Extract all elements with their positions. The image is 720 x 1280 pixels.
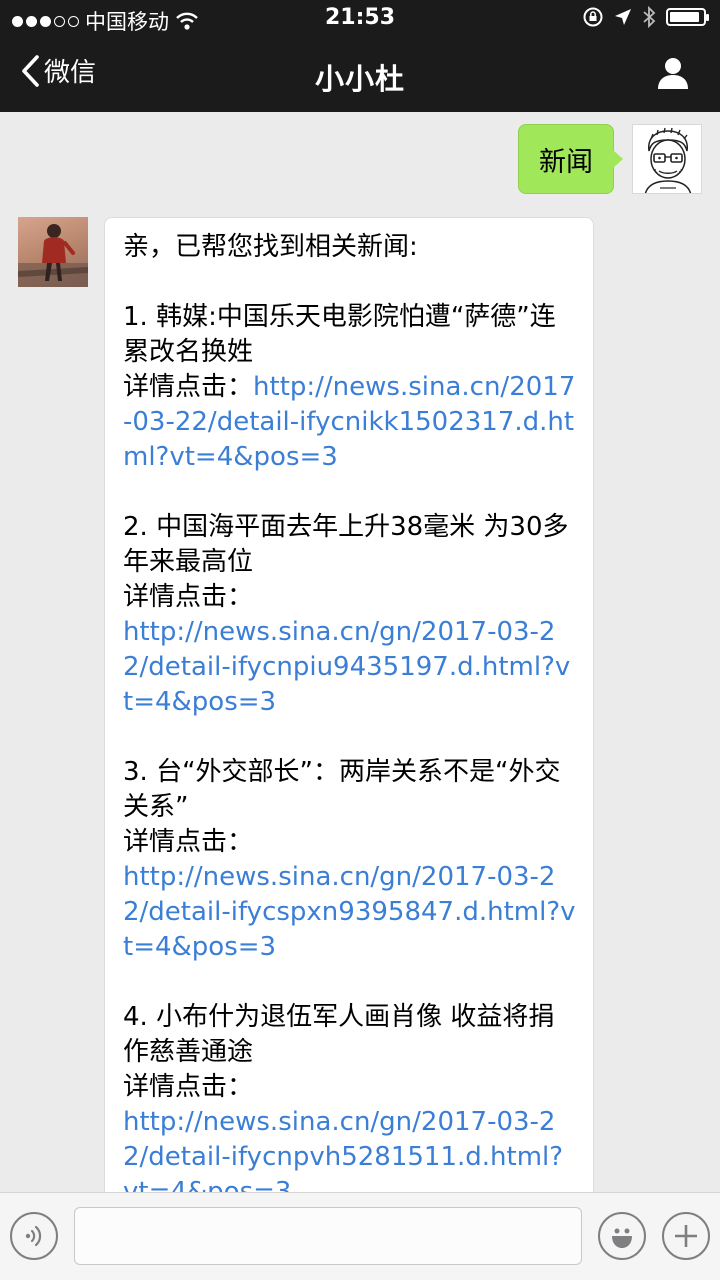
news-item: 2. 中国海平面去年上升38毫米 为30多年来最高位 详情点击： http://… (123, 510, 577, 720)
detail-label: 详情点击： (123, 827, 254, 857)
sent-message-bubble[interactable]: 新闻 (518, 124, 623, 194)
person-icon (658, 58, 688, 89)
cartoon-face-avatar-icon (644, 127, 692, 193)
message-input[interactable] (74, 1207, 582, 1265)
contact-avatar[interactable] (18, 217, 88, 287)
my-avatar[interactable] (632, 124, 702, 194)
more-button[interactable] (662, 1212, 710, 1260)
news-title: 3. 台“外交部长”：两岸关系不是“外交关系” (123, 757, 561, 822)
battery-icon (666, 8, 709, 26)
nav-bar: 微信 小小杜 (0, 38, 720, 112)
detail-label: 详情点击： (123, 1072, 254, 1102)
voice-button[interactable] (10, 1212, 58, 1260)
sent-message-text: 新闻 (539, 146, 593, 178)
profile-button[interactable] (656, 56, 690, 94)
person-photo-avatar-icon (18, 224, 88, 287)
emoji-button[interactable] (598, 1212, 646, 1260)
bluetooth-icon (643, 6, 656, 28)
voice-icon (25, 1225, 42, 1247)
news-item: 1. 韩媒:中国乐天电影院怕遭“萨德”连累改名换姓 详情点击：http://ne… (123, 300, 577, 475)
news-title: 1. 韩媒:中国乐天电影院怕遭“萨德”连累改名换姓 (123, 302, 556, 367)
reply-intro: 亲，已帮您找到相关新闻: (123, 232, 418, 262)
rotation-lock-icon (583, 7, 603, 27)
emoji-icon (612, 1228, 632, 1248)
news-link[interactable]: http://news.sina.cn/gn/2017-03-22/detail… (123, 1105, 577, 1192)
plus-icon (675, 1225, 697, 1247)
news-item: 3. 台“外交部长”：两岸关系不是“外交关系” 详情点击： http://new… (123, 755, 577, 965)
detail-label: 详情点击： (123, 372, 254, 402)
news-item: 4. 小布什为退伍军人画肖像 收益将捐作慈善通途 详情点击： http://ne… (123, 1000, 577, 1192)
status-right (582, 6, 709, 28)
input-bar (0, 1192, 720, 1280)
chat-title: 小小杜 (314, 62, 405, 96)
chat-area[interactable]: 新闻 亲，已帮您找到相关新闻: 1. 韩媒:中国乐天电影院怕遭“萨德”连累改名换… (0, 112, 720, 1192)
battery-fill (670, 12, 699, 22)
status-bar: 中国移动 21:53 (0, 0, 720, 38)
news-title: 2. 中国海平面去年上升38毫米 为30多年来最高位 (123, 512, 569, 577)
location-arrow-icon (615, 9, 631, 25)
news-link[interactable]: http://news.sina.cn/gn/2017-03-22/detail… (123, 860, 577, 965)
news-link[interactable]: http://news.sina.cn/gn/2017-03-22/detail… (123, 615, 577, 720)
detail-label: 详情点击： (123, 582, 254, 612)
news-title: 4. 小布什为退伍军人画肖像 收益将捐作慈善通途 (123, 1002, 555, 1067)
received-message-bubble[interactable]: 亲，已帮您找到相关新闻: 1. 韩媒:中国乐天电影院怕遭“萨德”连累改名换姓 详… (104, 217, 594, 1192)
